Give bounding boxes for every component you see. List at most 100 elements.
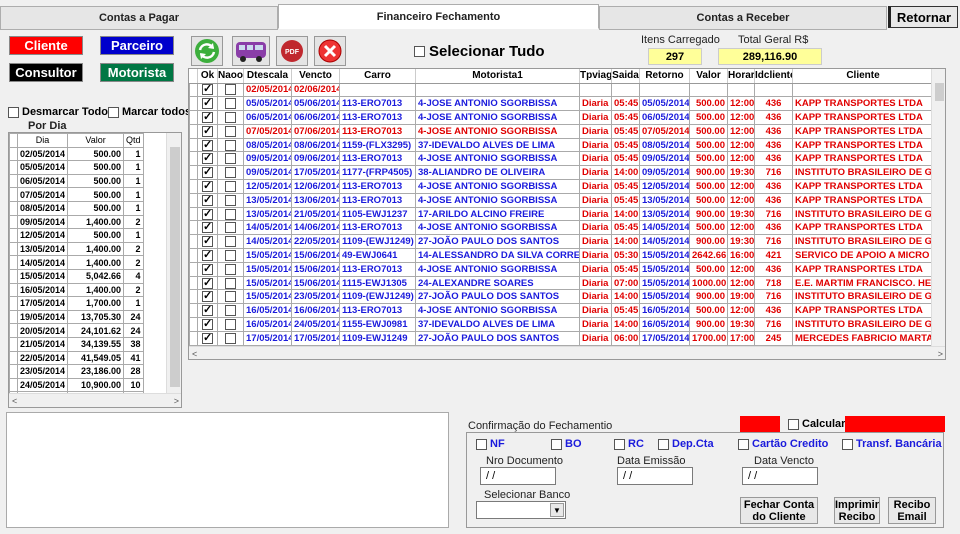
marcar-todos-checkbox[interactable]: Marcar todos <box>108 106 191 118</box>
cell-ok[interactable] <box>197 165 218 181</box>
row-header[interactable] <box>9 173 18 189</box>
naook-checkbox[interactable] <box>225 153 236 165</box>
cell-ok[interactable] <box>197 303 218 319</box>
table-row[interactable]: 07/05/2014 500.00 1 <box>9 187 144 202</box>
row-header[interactable] <box>189 206 198 222</box>
row-header[interactable] <box>9 336 18 352</box>
row-header[interactable] <box>9 323 18 338</box>
cell-naook[interactable] <box>217 261 244 277</box>
row-header[interactable] <box>189 261 198 277</box>
table-row[interactable]: 15/05/201415/06/20141115-EWJ130524-ALEXA… <box>189 275 934 291</box>
naook-checkbox[interactable] <box>225 139 236 151</box>
consultor-button[interactable]: Consultor <box>9 63 83 82</box>
imprimir-recibo-button[interactable]: Imprimir Recibo <box>834 497 880 524</box>
cell-ok[interactable] <box>197 151 218 167</box>
table-row[interactable]: 08/05/2014 500.00 1 <box>9 200 144 216</box>
row-header[interactable] <box>189 137 198 153</box>
table-row[interactable]: 14/05/201414/06/2014113-ERO70134-JOSE AN… <box>189 220 934 236</box>
option-rc[interactable]: RC <box>614 438 644 450</box>
table-row[interactable]: 02/05/2014 500.00 1 <box>9 146 144 162</box>
scroll-left-icon[interactable]: < <box>12 396 17 406</box>
motorista-button[interactable]: Motorista <box>100 63 174 82</box>
naook-checkbox[interactable] <box>225 222 236 234</box>
table-row[interactable]: 17/05/2014 1,700.00 1 <box>9 296 144 311</box>
tab-contas-a-pagar[interactable]: Contas a Pagar <box>0 6 278 30</box>
refresh-button[interactable] <box>191 36 223 66</box>
ok-checkbox[interactable] <box>202 112 213 123</box>
naook-checkbox[interactable] <box>225 305 236 317</box>
naook-checkbox[interactable] <box>225 318 236 330</box>
ok-checkbox[interactable] <box>202 194 213 206</box>
cell-naook[interactable] <box>217 248 244 263</box>
col-horar[interactable]: Horar <box>727 69 755 84</box>
col-dtescala[interactable]: Dtescala <box>243 69 292 84</box>
cell-naook[interactable] <box>217 192 244 208</box>
option-bo[interactable]: BO <box>551 438 582 450</box>
row-header[interactable] <box>189 248 198 263</box>
close-button[interactable] <box>314 36 346 66</box>
table-row[interactable]: 14/05/2014 1,400.00 2 <box>9 255 144 270</box>
col-valor[interactable]: Valor <box>689 69 728 84</box>
cell-ok[interactable] <box>197 110 218 125</box>
naook-checkbox[interactable] <box>225 180 236 192</box>
naook-checkbox[interactable] <box>225 332 236 344</box>
row-header[interactable] <box>189 82 198 98</box>
table-row[interactable]: 22/05/2014 41,549.05 41 <box>9 350 144 366</box>
cell-naook[interactable] <box>217 165 244 181</box>
scroll-left-icon[interactable]: < <box>192 349 197 359</box>
ok-checkbox[interactable] <box>202 139 213 151</box>
table-row[interactable]: 05/05/201405/06/2014113-ERO70134-JOSE AN… <box>189 96 934 112</box>
ok-checkbox[interactable] <box>202 263 213 275</box>
table-row[interactable]: 09/05/201417/05/20141177-(FRP4505)38-ALI… <box>189 165 934 181</box>
selecionar-tudo-checkbox[interactable]: Selecionar Tudo <box>414 43 545 60</box>
col-retorno[interactable]: Retorno <box>639 69 690 84</box>
row-header[interactable] <box>189 151 198 167</box>
row-header[interactable] <box>189 317 198 332</box>
cell-naook[interactable] <box>217 289 244 305</box>
ok-checkbox[interactable] <box>202 125 213 137</box>
cell-ok[interactable] <box>197 82 218 98</box>
naook-checkbox[interactable] <box>225 249 236 261</box>
naook-checkbox[interactable] <box>225 98 236 110</box>
cell-naook[interactable] <box>217 137 244 153</box>
col-idcliente[interactable]: Idcliente <box>754 69 793 84</box>
row-header[interactable] <box>189 220 198 236</box>
cell-ok[interactable] <box>197 261 218 277</box>
option-transf-bancaria[interactable]: Transf. Bancária <box>842 438 942 450</box>
table-row[interactable]: 16/05/201424/05/20141155-EWJ098137-IDEVA… <box>189 317 934 332</box>
row-header[interactable] <box>189 110 198 125</box>
cell-ok[interactable] <box>197 275 218 291</box>
row-header[interactable] <box>189 123 198 139</box>
table-row[interactable]: 12/05/201412/06/2014113-ERO70134-JOSE AN… <box>189 179 934 194</box>
row-header[interactable] <box>9 241 18 257</box>
col-carro[interactable]: Carro <box>339 69 416 84</box>
scroll-right-icon[interactable]: > <box>174 396 179 406</box>
cliente-button[interactable]: Cliente <box>9 36 83 55</box>
left-grid-vscroll-thumb[interactable] <box>170 147 180 387</box>
desmarcar-todos-checkbox[interactable]: Desmarcar Todos <box>8 106 114 118</box>
cell-ok[interactable] <box>197 123 218 139</box>
table-row[interactable]: 15/05/201415/06/2014113-ERO70134-JOSE AN… <box>189 261 934 277</box>
option-bo-box[interactable] <box>551 438 562 450</box>
ok-checkbox[interactable] <box>202 208 213 220</box>
col-tpviag[interactable]: Tpviag <box>579 69 612 84</box>
row-header[interactable] <box>9 268 18 284</box>
row-header[interactable] <box>189 303 198 319</box>
cell-naook[interactable] <box>217 220 244 236</box>
table-row[interactable]: 17/05/201417/05/20141109-EWJ124927-JOÃO … <box>189 330 934 346</box>
naook-checkbox[interactable] <box>225 125 236 137</box>
cell-ok[interactable] <box>197 330 218 346</box>
cell-ok[interactable] <box>197 137 218 153</box>
cell-ok[interactable] <box>197 206 218 222</box>
row-header[interactable] <box>9 364 18 379</box>
ok-checkbox[interactable] <box>202 98 213 110</box>
row-header[interactable] <box>189 96 198 112</box>
ok-checkbox[interactable] <box>202 305 213 317</box>
cell-naook[interactable] <box>217 330 244 346</box>
left-grid-vscroll[interactable] <box>166 133 181 393</box>
naook-checkbox[interactable] <box>225 263 236 275</box>
table-row[interactable]: 14/05/201422/05/20141109-(EWJ1249)27-JOÃ… <box>189 234 934 250</box>
cell-naook[interactable] <box>217 179 244 194</box>
selecionar-banco-select[interactable]: ▼ <box>476 501 566 519</box>
scroll-right-icon[interactable]: > <box>938 349 943 359</box>
